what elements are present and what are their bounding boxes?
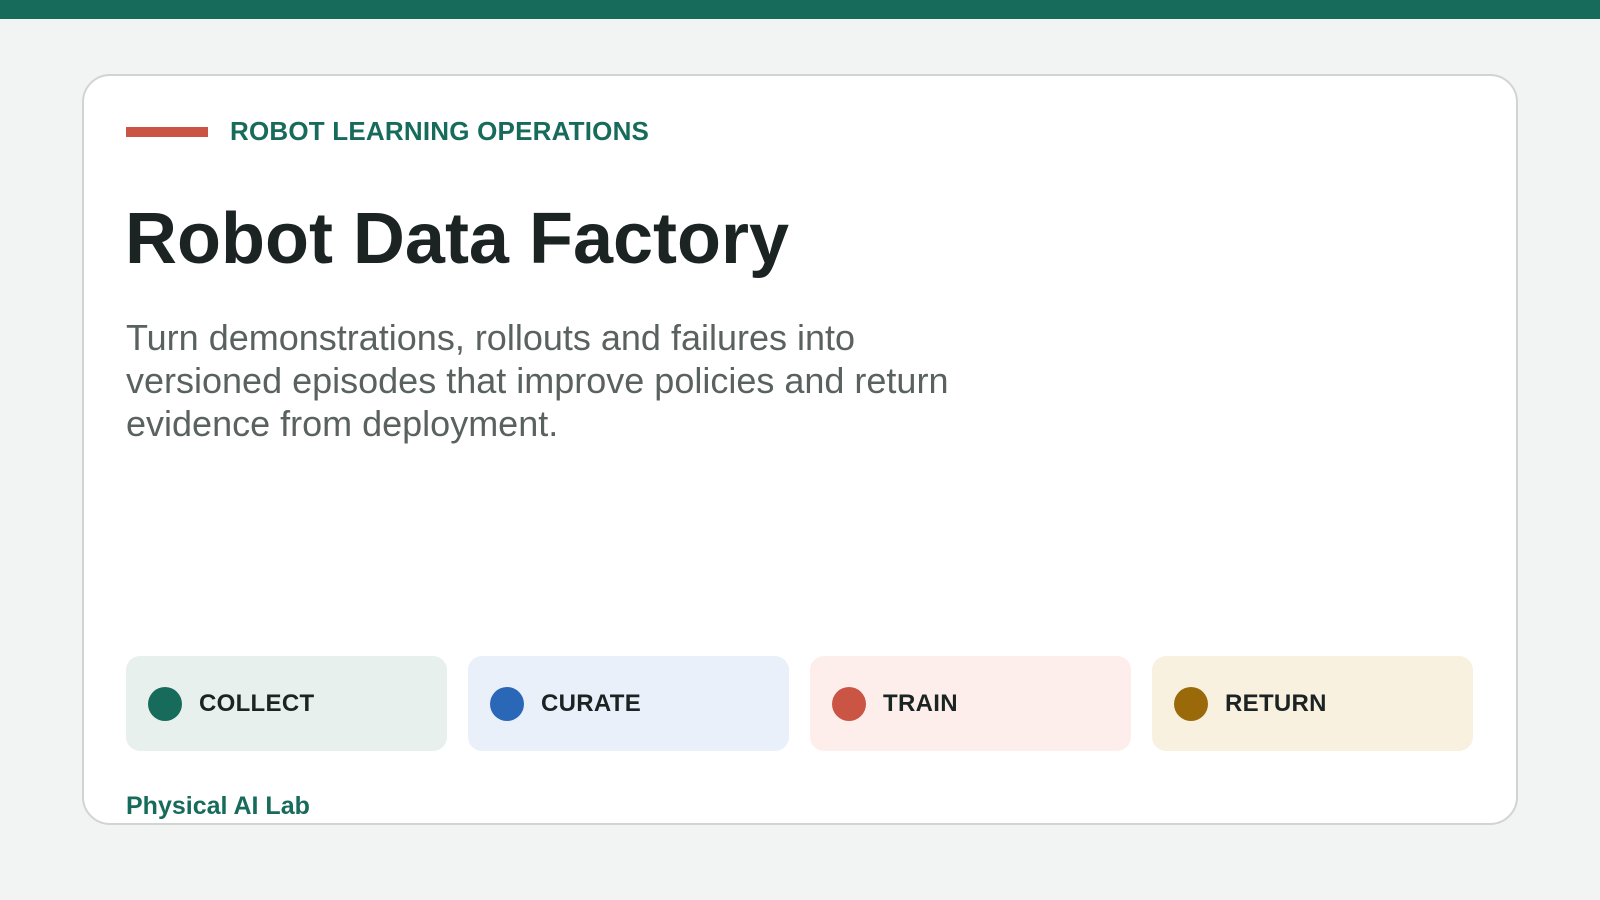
- footer-brand: Physical AI Lab: [126, 792, 310, 820]
- page-subtitle: Turn demonstrations, rollouts and failur…: [126, 317, 949, 444]
- pipeline-stages: COLLECT CURATE TRAIN RETURN: [126, 656, 1473, 751]
- stage-dot-icon: [148, 686, 182, 721]
- hero-card: ROBOT LEARNING OPERATIONS Robot Data Fac…: [82, 74, 1518, 825]
- top-accent-bar: [0, 0, 1600, 19]
- stage-label: COLLECT: [199, 689, 315, 717]
- eyebrow-label: ROBOT LEARNING OPERATIONS: [230, 116, 650, 146]
- stage-dot-icon: [490, 686, 524, 721]
- stage-curate: CURATE: [468, 656, 789, 751]
- stage-collect: COLLECT: [126, 656, 447, 751]
- stage-dot-icon: [832, 686, 866, 721]
- stage-return: RETURN: [1152, 656, 1473, 751]
- stage-dot-icon: [1174, 686, 1208, 721]
- page-title: Robot Data Factory: [125, 199, 790, 279]
- stage-train: TRAIN: [810, 656, 1131, 751]
- stage-label: RETURN: [1225, 689, 1327, 717]
- stage-label: TRAIN: [883, 689, 958, 717]
- stage-label: CURATE: [541, 689, 642, 717]
- eyebrow-accent-rule: [126, 126, 208, 137]
- eyebrow: ROBOT LEARNING OPERATIONS: [126, 116, 649, 147]
